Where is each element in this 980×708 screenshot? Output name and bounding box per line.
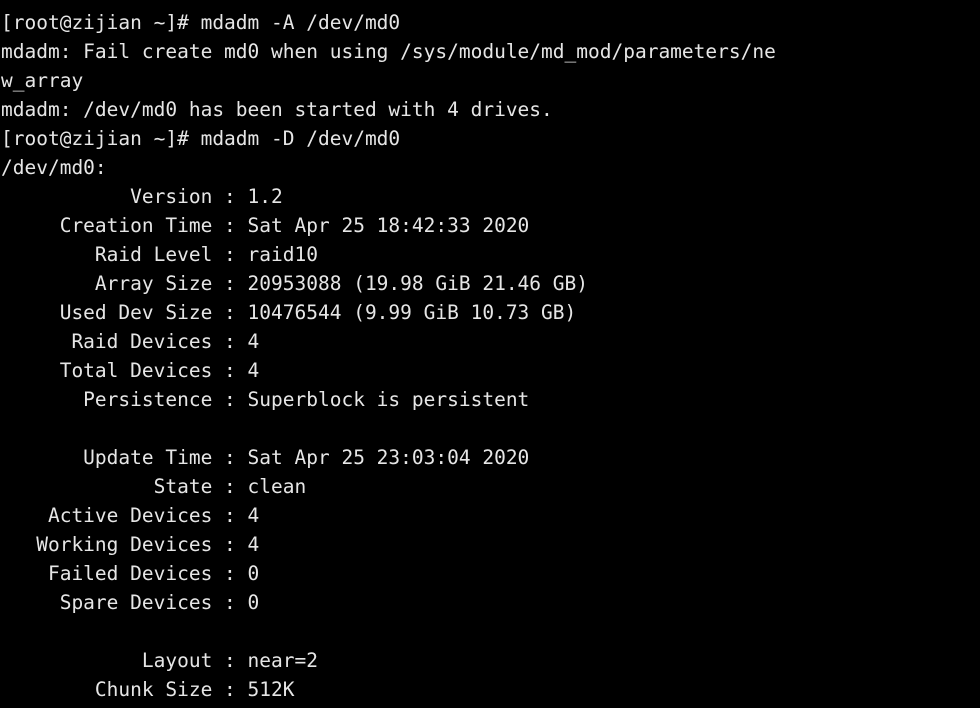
terminal-line-err-fail-create-wrap: w_array [1, 69, 84, 92]
terminal-line-cmd-detail: [root@zijian ~]# mdadm -D /dev/md0 [1, 127, 401, 150]
terminal-line-active-devices: Active Devices : 4 [1, 504, 260, 527]
terminal-line-chunk-size: Chunk Size : 512K [1, 678, 295, 701]
terminal-line-update-time: Update Time : Sat Apr 25 23:03:04 2020 [1, 446, 530, 469]
terminal-line-state: State : clean [1, 475, 307, 498]
terminal-line-version: Version : 1.2 [1, 185, 283, 208]
terminal-line-array-size: Array Size : 20953088 (19.98 GiB 21.46 G… [1, 272, 588, 295]
terminal-window[interactable]: [root@zijian ~]# mdadm -A /dev/md0 mdadm… [0, 0, 980, 708]
terminal-line-used-dev-size: Used Dev Size : 10476544 (9.99 GiB 10.73… [1, 301, 577, 324]
terminal-line-layout: Layout : near=2 [1, 649, 318, 672]
terminal-screen[interactable]: [root@zijian ~]# mdadm -A /dev/md0 mdadm… [0, 0, 980, 704]
terminal-line-err-fail-create: mdadm: Fail create md0 when using /sys/m… [1, 40, 776, 63]
terminal-line-device-header: /dev/md0: [1, 156, 107, 179]
terminal-line-raid-devices: Raid Devices : 4 [1, 330, 260, 353]
terminal-line-persistence: Persistence : Superblock is persistent [1, 388, 530, 411]
terminal-line-total-devices: Total Devices : 4 [1, 359, 260, 382]
terminal-line-blank-2 [0, 617, 980, 646]
terminal-line-failed-devices: Failed Devices : 0 [1, 562, 260, 585]
terminal-line-raid-level: Raid Level : raid10 [1, 243, 318, 266]
terminal-line-cmd-assemble: [root@zijian ~]# mdadm -A /dev/md0 [1, 11, 401, 34]
terminal-line-working-devices: Working Devices : 4 [1, 533, 260, 556]
terminal-line-spare-devices: Spare Devices : 0 [1, 591, 260, 614]
terminal-line-clipped [0, 0, 980, 8]
terminal-line-msg-started: mdadm: /dev/md0 has been started with 4 … [1, 98, 553, 121]
terminal-line-blank-1 [0, 414, 980, 443]
terminal-line-creation-time: Creation Time : Sat Apr 25 18:42:33 2020 [1, 214, 530, 237]
